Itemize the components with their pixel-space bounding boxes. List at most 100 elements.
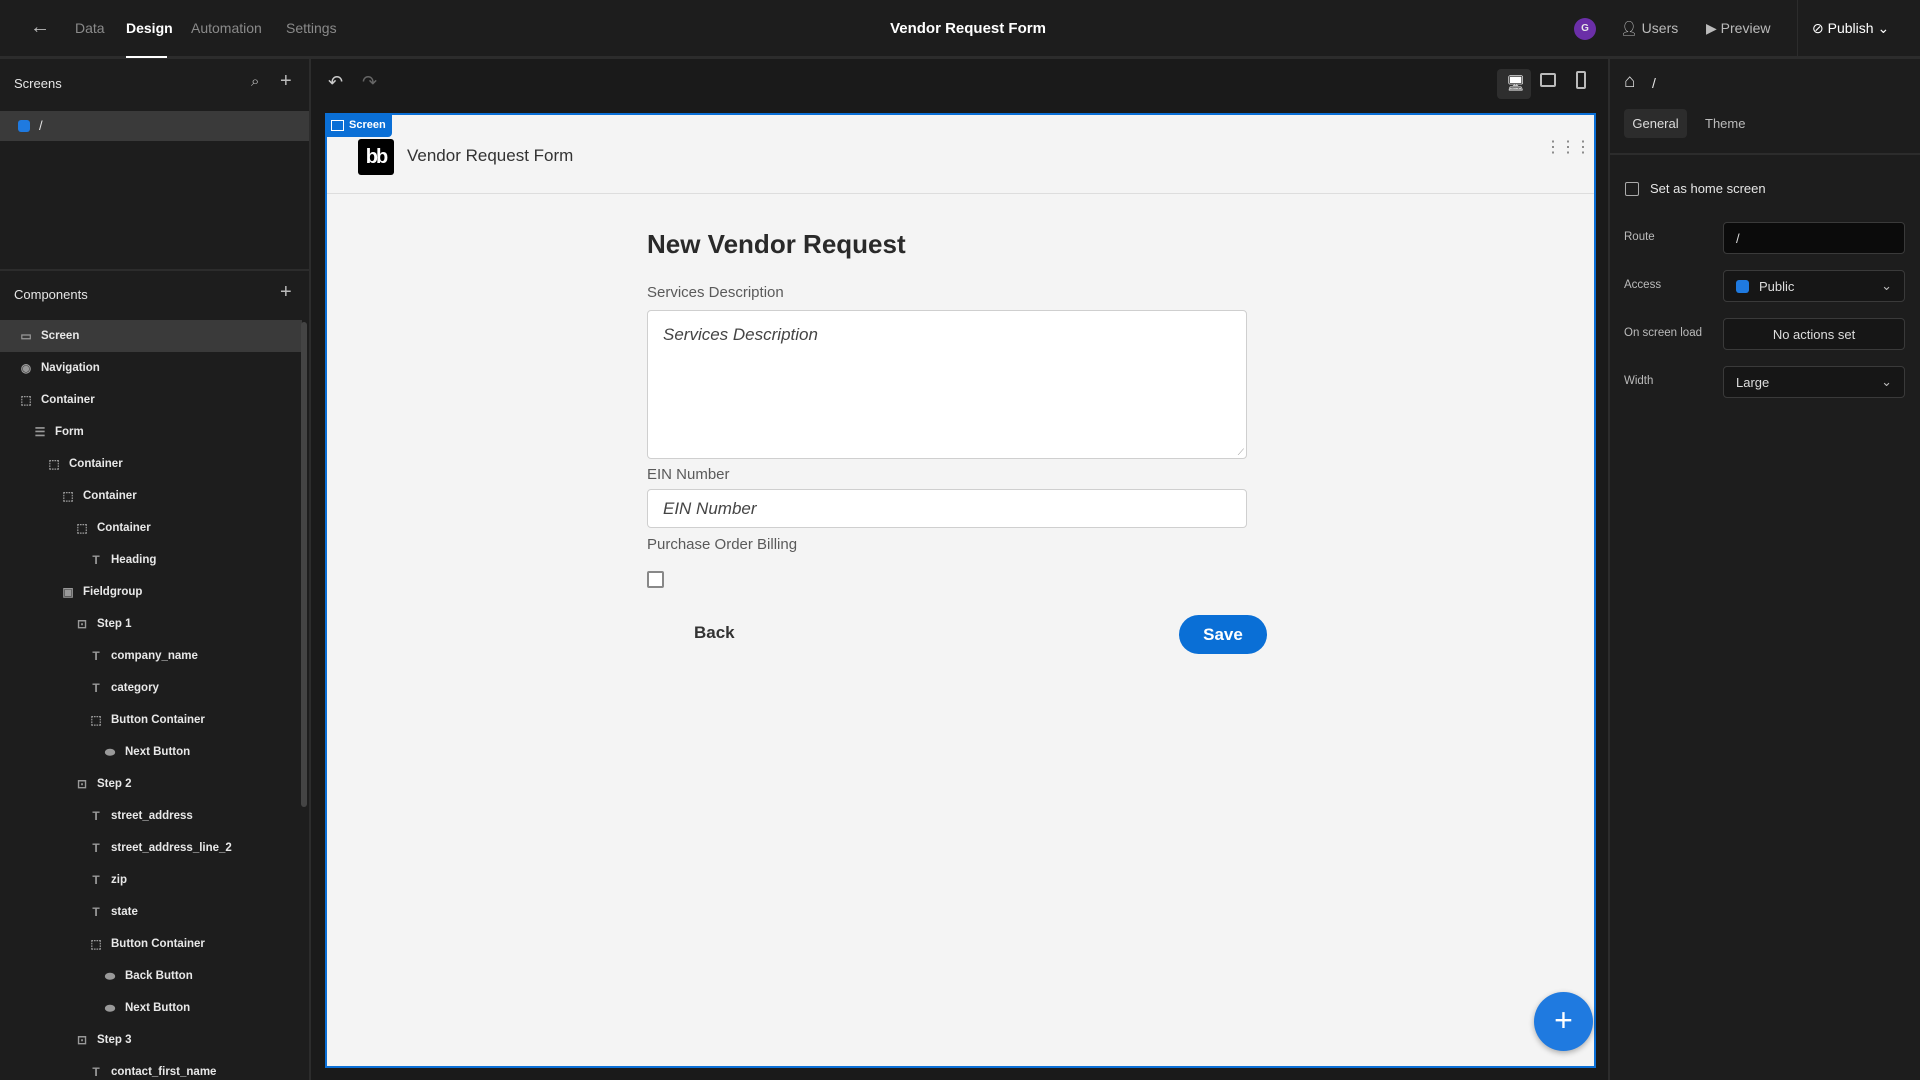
tree-item[interactable]: ⬬ Next Button (0, 736, 302, 768)
tablet-icon[interactable] (1540, 73, 1556, 87)
tree-item[interactable]: ⬚ Button Container (0, 928, 302, 960)
tree-item-label: Next Button (125, 746, 191, 758)
grid-menu-icon[interactable]: ⋮⋮⋮ (1545, 140, 1591, 156)
tree-item-label: Container (83, 490, 137, 502)
app-logo[interactable]: bb (358, 139, 394, 175)
navigation-bar: bb Vendor Request Form ⋮⋮⋮ (327, 115, 1594, 194)
text-field-icon: T (92, 649, 100, 663)
resize-handle-icon[interactable]: ⟋ (1238, 447, 1244, 458)
tree-item[interactable]: ⬚ Container (0, 448, 302, 480)
step-icon: ⊡ (76, 1033, 88, 1047)
back-button[interactable]: Back (694, 623, 735, 643)
search-icon[interactable]: ⌕ (251, 73, 259, 90)
play-icon: ▶︎ (1706, 20, 1717, 36)
tree-item[interactable]: Tcontact_first_name (0, 1056, 302, 1080)
divider (1797, 0, 1798, 56)
tree-item[interactable]: ⬬ Next Button (0, 992, 302, 1024)
undo-icon[interactable]: ↶ (328, 72, 343, 93)
home-screen-label: Set as home screen (1650, 181, 1766, 196)
tree-item[interactable]: Tcompany_name (0, 640, 302, 672)
screen-item[interactable]: / (0, 111, 309, 141)
tab-general[interactable]: General (1624, 109, 1687, 138)
tree-item[interactable]: ⊡ Step 1 (0, 608, 302, 640)
canvas-area: ↶ ↷ 🖥︎ Screen bb Vendor Request Form ⋮⋮⋮… (311, 59, 1608, 1080)
left-panel: Screens ⌕ + / Components + ▭ Screen ◉ Navig… (0, 59, 311, 1080)
route-input[interactable]: / (1723, 222, 1905, 254)
screens-title: Screens (14, 76, 62, 91)
mobile-icon[interactable] (1576, 71, 1586, 89)
tree-item-label: Next Button (125, 1002, 191, 1014)
desktop-view-button[interactable]: 🖥︎ (1497, 69, 1531, 99)
form-icon: ☰ (34, 425, 46, 439)
route-label: Route (1624, 231, 1655, 243)
add-screen-icon[interactable]: + (280, 70, 292, 93)
container-icon: ⬚ (90, 713, 102, 727)
screen-frame[interactable]: Screen bb Vendor Request Form ⋮⋮⋮ New Ve… (325, 113, 1596, 1068)
desktop-icon: 🖥︎ (1506, 75, 1526, 92)
text-field-icon: T (92, 873, 100, 887)
tree-item-label: Navigation (41, 362, 100, 374)
tree-item-label: Container (41, 394, 95, 406)
components-title: Components (14, 287, 88, 302)
container-icon: ⬚ (48, 457, 60, 471)
tree-item[interactable]: Tcategory (0, 672, 302, 704)
publish-button[interactable]: ⊘ Publish ⌄ (1812, 20, 1889, 37)
access-select[interactable]: Public ⌄ (1723, 270, 1905, 302)
eye-icon: ◉ (20, 361, 32, 375)
save-button[interactable]: Save (1179, 615, 1267, 654)
tree-item-label: zip (111, 874, 127, 886)
width-select[interactable]: Large ⌄ (1723, 366, 1905, 398)
add-component-fab[interactable]: + (1534, 992, 1593, 1051)
tree-item-label: state (111, 906, 138, 918)
preview-button[interactable]: ▶︎ Preview (1706, 20, 1770, 37)
pob-checkbox[interactable] (647, 571, 664, 588)
tree-item[interactable]: ⬚ Container (0, 480, 302, 512)
tree-item[interactable]: ⬬ Back Button (0, 960, 302, 992)
tree-item-label: Container (97, 522, 151, 534)
text-field-icon: T (92, 809, 100, 823)
screen-icon: ▭ (20, 329, 32, 343)
avatar[interactable]: G (1574, 18, 1596, 40)
onload-button[interactable]: No actions set (1723, 318, 1905, 350)
chevron-down-icon: ⌄ (1877, 20, 1890, 36)
divider (0, 269, 309, 271)
tree-item[interactable]: T Heading (0, 544, 302, 576)
tree-item[interactable]: ⊡ Step 3 (0, 1024, 302, 1056)
tree-item[interactable]: ⬚ Button Container (0, 704, 302, 736)
tree-item-label: company_name (111, 650, 198, 662)
nav-title[interactable]: Vendor Request Form (407, 146, 573, 166)
tree-item-label: Heading (111, 554, 157, 566)
container-icon: ⬚ (76, 521, 88, 535)
tree-item[interactable]: ⬚ Container (0, 384, 302, 416)
tree-item-label: Step 2 (97, 778, 132, 790)
users-button[interactable]: 👤︎ Users (1620, 20, 1678, 37)
tree-item[interactable]: ▣ Fieldgroup (0, 576, 302, 608)
tree-scrollbar[interactable] (301, 322, 307, 807)
tree-item-label: Step 3 (97, 1034, 132, 1046)
tree-item[interactable]: Tstate (0, 896, 302, 928)
ein-input[interactable]: EIN Number (647, 489, 1247, 528)
component-tree: ▭ Screen ◉ Navigation ⬚ Container ☰ Form ⬚ Contai… (0, 320, 309, 1080)
tree-item[interactable]: ◉ Navigation (0, 352, 302, 384)
tree-item[interactable]: ⊡ Step 2 (0, 768, 302, 800)
tab-theme[interactable]: Theme (1705, 116, 1745, 131)
home-screen-checkbox[interactable] (1625, 182, 1639, 196)
tree-item-label: category (111, 682, 159, 694)
tree-item[interactable]: Tstreet_address_line_2 (0, 832, 302, 864)
tree-item[interactable]: ☰ Form (0, 416, 302, 448)
tree-item-label: Button Container (111, 714, 205, 726)
tree-item-label: Form (55, 426, 84, 438)
tree-item-label: Screen (41, 330, 80, 342)
active-tab-indicator (126, 56, 167, 58)
add-component-icon[interactable]: + (280, 281, 292, 304)
tree-item-label: Container (69, 458, 123, 470)
redo-icon[interactable]: ↷ (362, 72, 377, 93)
text-field-icon: T (92, 841, 100, 855)
tree-item[interactable]: Tstreet_address (0, 800, 302, 832)
tree-item[interactable]: ⬚ Container (0, 512, 302, 544)
services-label: Services Description (647, 284, 784, 301)
services-textarea[interactable]: Services Description ⟋ (647, 310, 1247, 459)
tree-item[interactable]: ▭ Screen (0, 320, 302, 352)
tree-item[interactable]: Tzip (0, 864, 302, 896)
pob-label: Purchase Order Billing (647, 536, 798, 553)
